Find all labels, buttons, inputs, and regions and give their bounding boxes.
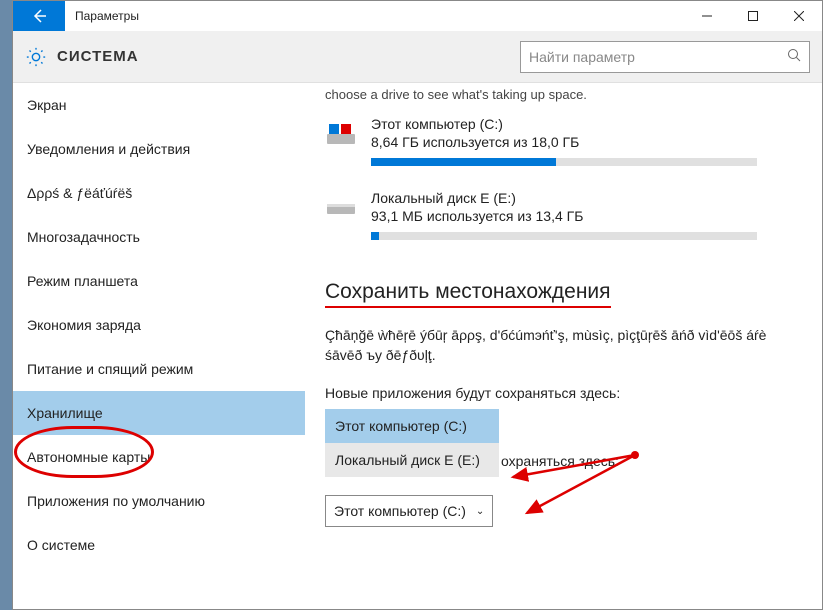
drive-icon [325, 118, 357, 150]
sidebar-item-9[interactable]: Приложения по умолчанию [13, 479, 305, 523]
sidebar-item-4[interactable]: Режим планшета [13, 259, 305, 303]
gear-icon [25, 46, 47, 68]
sidebar: ЭкранУведомления и действияΔρρś & ƒëáťúŕ… [13, 83, 305, 609]
sidebar-item-8[interactable]: Автономные карты [13, 435, 305, 479]
sidebar-item-3[interactable]: Многозадачность [13, 215, 305, 259]
field-label-trailing: охраняться здесь: [501, 453, 619, 469]
drive-1[interactable]: Локальный диск E (E:) 93,1 МБ используетс… [325, 190, 794, 240]
close-button[interactable] [776, 1, 822, 31]
save-location-combo[interactable]: Этот компьютер (C:) ⌄ [325, 495, 493, 527]
field-label-new-apps: Новые приложения будут сохраняться здесь… [325, 385, 794, 401]
drive-icon [325, 192, 357, 224]
drive-stats: 8,64 ГБ используется из 18,0 ГБ [371, 134, 794, 150]
drive-usage-bar [371, 158, 757, 166]
content: choose a drive to see what's taking up s… [305, 83, 822, 609]
dropdown-option-1[interactable]: Локальный диск E (E:) [325, 443, 499, 477]
sidebar-item-0[interactable]: Экран [13, 83, 305, 127]
drive-name: Локальный диск E (E:) [371, 190, 794, 206]
drive-stats: 93,1 МБ используется из 13,4 ГБ [371, 208, 794, 224]
combo-value: Этот компьютер (C:) [334, 503, 466, 519]
section-title: Сохранить местонахождения [325, 280, 611, 308]
drive-0[interactable]: Этот компьютер (C:) 8,64 ГБ используется … [325, 116, 794, 166]
sidebar-item-2[interactable]: Δρρś & ƒëáťúŕëš [13, 171, 305, 215]
drive-name: Этот компьютер (C:) [371, 116, 794, 132]
titlebar: Параметры [13, 1, 822, 31]
sidebar-item-1[interactable]: Уведомления и действия [13, 127, 305, 171]
back-button[interactable] [13, 1, 65, 31]
body: ЭкранУведомления и действияΔρρś & ƒëáťúŕ… [13, 83, 822, 609]
window-title: Параметры [65, 9, 684, 23]
minimize-button[interactable] [684, 1, 730, 31]
search-icon [787, 48, 801, 65]
search-box[interactable] [520, 41, 810, 73]
save-location-dropdown[interactable]: Этот компьютер (C:)Локальный диск E (E:) [325, 409, 499, 477]
drive-usage-bar [371, 232, 757, 240]
window-controls [684, 1, 822, 31]
maximize-button[interactable] [730, 1, 776, 31]
sidebar-item-7[interactable]: Хранилище [13, 391, 305, 435]
section-description: Çħāņğē ẁħēŗē ýбūŗ āρρş, d'бćúmэńť'ş, mùs… [325, 326, 794, 365]
page-header: СИСТЕМА [13, 31, 822, 83]
search-input[interactable] [529, 49, 787, 65]
sidebar-item-5[interactable]: Экономия заряда [13, 303, 305, 347]
chevron-down-icon: ⌄ [476, 506, 484, 517]
clipped-text: choose a drive to see what's taking up s… [325, 87, 794, 102]
settings-window: Параметры СИСТЕМА ЭкранУведомления и дей… [12, 0, 823, 610]
sidebar-item-10[interactable]: О системе [13, 523, 305, 567]
page-title: СИСТЕМА [57, 48, 520, 65]
sidebar-item-6[interactable]: Питание и спящий режим [13, 347, 305, 391]
dropdown-option-0[interactable]: Этот компьютер (C:) [325, 409, 499, 443]
